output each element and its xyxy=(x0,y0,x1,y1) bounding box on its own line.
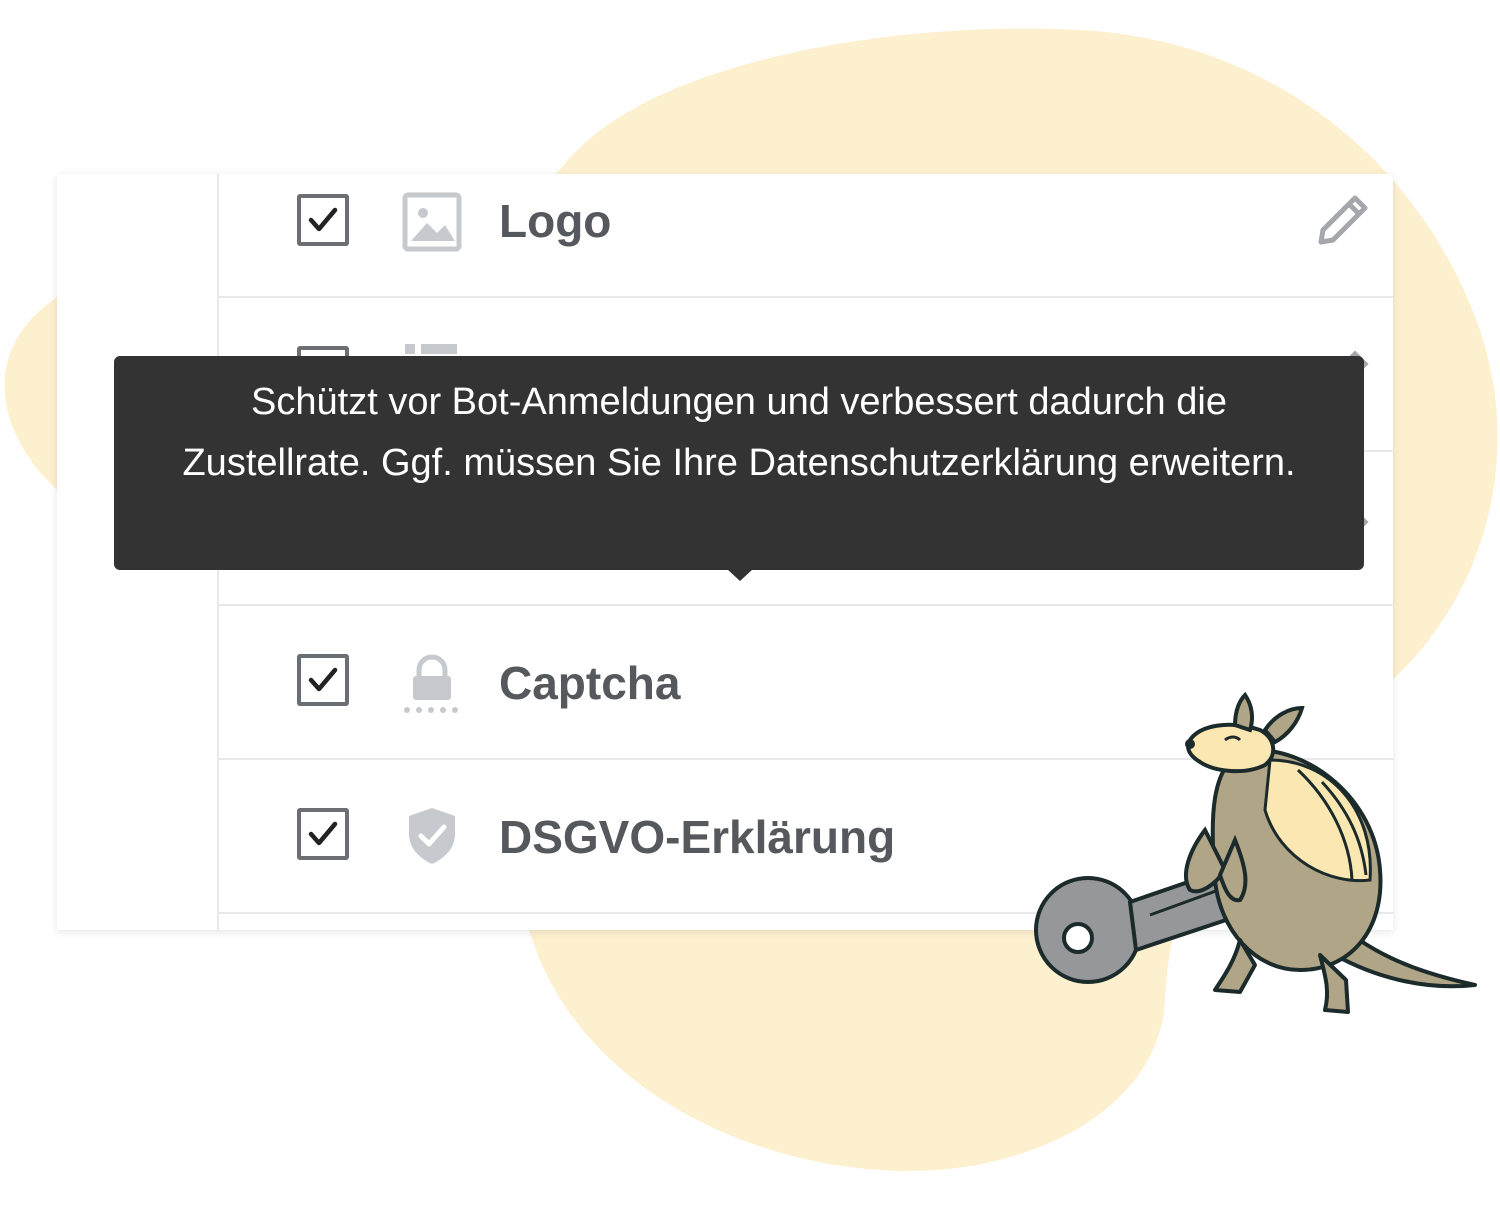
item-label-dsgvo: DSGVO-Erklärung xyxy=(499,811,896,863)
pencil-icon[interactable] xyxy=(1311,188,1375,252)
list-item-logo[interactable]: Logo xyxy=(219,174,1393,298)
item-label-logo: Logo xyxy=(499,195,612,247)
shield-check-icon xyxy=(409,808,455,864)
tooltip-arrow xyxy=(727,569,753,581)
captcha-tooltip: Schützt vor Bot-Anmeldungen und verbesse… xyxy=(114,356,1364,570)
checkmark-icon xyxy=(308,821,338,846)
checkbox-dsgvo[interactable] xyxy=(297,808,349,860)
checkmark-icon xyxy=(308,207,338,232)
image-icon xyxy=(402,192,462,252)
checkbox-captcha[interactable] xyxy=(297,654,349,706)
checkmark-icon xyxy=(308,667,338,692)
checkbox-logo[interactable] xyxy=(297,194,349,246)
lock-icon xyxy=(404,654,458,713)
armadillo-with-key-icon xyxy=(1034,691,1477,1014)
item-label-captcha: Captcha xyxy=(499,657,681,709)
tooltip-text: Schützt vor Bot-Anmeldungen und verbesse… xyxy=(182,381,1296,484)
